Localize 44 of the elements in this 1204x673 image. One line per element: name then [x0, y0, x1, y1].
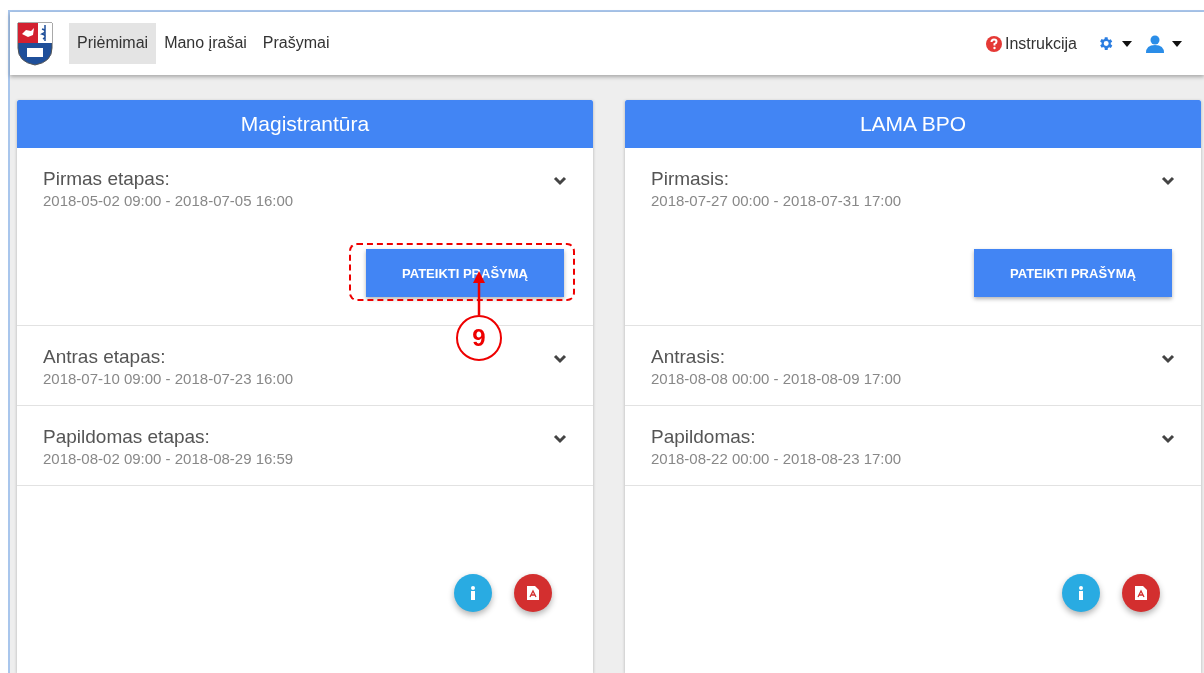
stage-dates: 2018-07-10 09:00 - 2018-07-23 16:00 — [43, 370, 295, 387]
settings-icon — [1097, 35, 1114, 52]
chevron-down-icon[interactable] — [553, 176, 567, 186]
stage-name: Antrasis: — [651, 346, 726, 368]
step-number: 9 — [456, 315, 502, 361]
logo-icon — [17, 21, 53, 66]
stage-name: Antras etapas: — [43, 346, 167, 368]
pdf-file-icon — [527, 586, 539, 600]
stage-dates: 2018-05-02 09:00 - 2018-07-05 16:00 — [43, 192, 295, 209]
stage-name: Pirmasis: — [651, 168, 731, 190]
stage-name: Pirmas etapas: — [43, 168, 171, 190]
nav-tab[interactable]: Priėmimai — [69, 23, 157, 64]
user-menu-button[interactable] — [1146, 34, 1182, 53]
user-icon — [1146, 34, 1164, 53]
caret-icon — [1172, 40, 1182, 47]
card-title: Magistrantūra — [17, 100, 593, 148]
nav-tab[interactable]: Mano įrašai — [156, 23, 255, 64]
submit-application-button[interactable]: PATEIKTI PRAŠYMĄ — [366, 249, 564, 297]
card-title: LAMA BPO — [625, 100, 1201, 148]
stage-name: Papildomas etapas: — [43, 426, 211, 448]
help-label: Instrukcija — [1004, 34, 1077, 53]
info-button[interactable] — [454, 574, 492, 612]
stage-dates: 2018-07-27 00:00 - 2018-07-31 17:00 — [651, 192, 903, 209]
chevron-down-icon[interactable] — [1161, 176, 1175, 186]
pdf-button[interactable] — [514, 574, 552, 612]
caret-icon — [1122, 40, 1132, 47]
submit-application-button[interactable]: PATEIKTI PRAŠYMĄ — [974, 249, 1172, 297]
chevron-down-icon[interactable] — [1161, 434, 1175, 444]
stage-dates: 2018-08-08 00:00 - 2018-08-09 17:00 — [651, 370, 903, 387]
stage-dates: 2018-08-22 00:00 - 2018-08-23 17:00 — [651, 450, 903, 467]
chevron-down-icon[interactable] — [553, 354, 567, 364]
pdf-button[interactable] — [1122, 574, 1160, 612]
nav-tab[interactable]: Prašymai — [254, 23, 338, 64]
question-icon — [985, 35, 1002, 52]
info-icon — [470, 586, 476, 600]
chevron-down-icon[interactable] — [553, 434, 567, 444]
stage-dates: 2018-08-02 09:00 - 2018-08-29 16:59 — [43, 450, 295, 467]
pdf-file-icon — [1135, 586, 1147, 600]
info-button[interactable] — [1062, 574, 1100, 612]
settings-menu-button[interactable] — [1097, 35, 1132, 52]
help-link[interactable]: Instrukcija — [985, 34, 1077, 53]
info-icon — [1078, 586, 1084, 600]
chevron-down-icon[interactable] — [1161, 354, 1175, 364]
stage-name: Papildomas: — [651, 426, 757, 448]
